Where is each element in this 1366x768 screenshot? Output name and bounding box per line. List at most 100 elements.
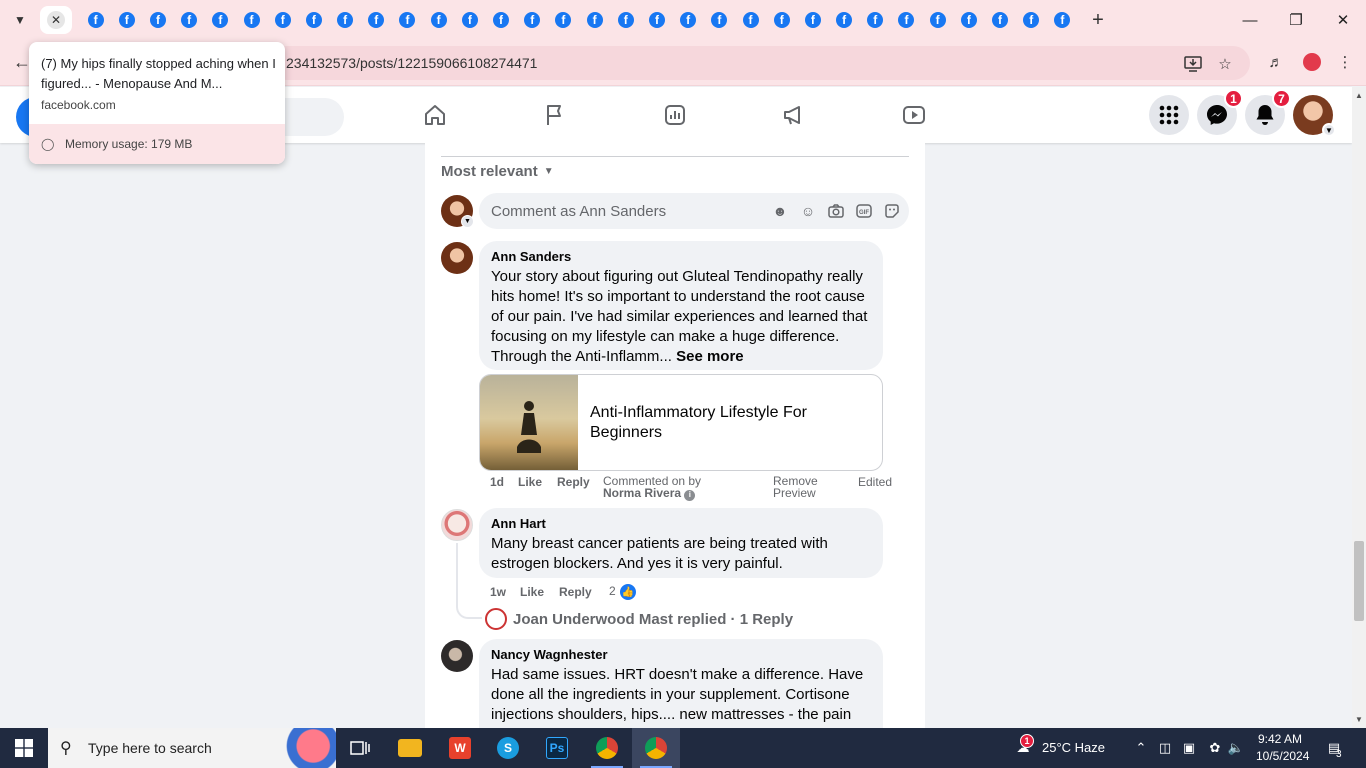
browser-tab[interactable]: f (922, 10, 953, 30)
bookmark-star-icon[interactable]: ☆ (1214, 53, 1236, 75)
meet-now-icon[interactable]: ◫ (1157, 740, 1173, 756)
comment-author[interactable]: Ann Sanders (491, 249, 871, 265)
battery-icon[interactable]: ▣ (1181, 740, 1197, 756)
chrome-profile-icon[interactable] (632, 728, 680, 768)
browser-tab[interactable]: f (984, 10, 1015, 30)
scroll-up-icon[interactable]: ▲ (1352, 91, 1366, 100)
avatar-sticker-icon[interactable]: ☻ (771, 202, 789, 220)
install-app-icon[interactable] (1182, 53, 1204, 75)
browser-tab[interactable]: f (485, 10, 516, 30)
tab-active[interactable]: ✕ (40, 6, 72, 34)
browser-tab[interactable]: f (142, 10, 173, 30)
insights-icon[interactable] (661, 101, 689, 129)
info-icon[interactable]: i (684, 489, 696, 501)
restore-icon[interactable]: ❐ (1284, 8, 1308, 32)
windows-start-icon[interactable] (0, 728, 48, 768)
comment-time[interactable]: 1d (490, 475, 504, 489)
browser-tab[interactable]: f (797, 10, 828, 30)
task-view-icon[interactable] (336, 728, 384, 768)
browser-tab[interactable]: f (236, 10, 267, 30)
browser-tab[interactable]: f (641, 10, 672, 30)
profile-icon[interactable] (1300, 50, 1324, 74)
browser-tab[interactable]: f (392, 10, 423, 30)
browser-tab[interactable]: f (735, 10, 766, 30)
browser-tab[interactable]: f (610, 10, 641, 30)
browser-tab[interactable]: f (80, 10, 111, 30)
skype-icon[interactable]: S (484, 728, 532, 768)
scroll-down-icon[interactable]: ▼ (1352, 715, 1366, 724)
megaphone-ads-icon[interactable] (780, 101, 808, 129)
comment-sort-dropdown[interactable]: Most relevant ▼ (441, 163, 554, 180)
reaction-count[interactable]: 2 👍 (609, 583, 638, 601)
browser-menu-icon[interactable]: ⋮ (1333, 50, 1357, 74)
notifications-button[interactable]: 7 (1245, 89, 1291, 135)
browser-tab[interactable]: f (953, 10, 984, 30)
wifi-icon[interactable]: ✿ (1207, 740, 1223, 756)
see-more-link[interactable]: See more (676, 348, 744, 365)
browser-tab[interactable]: f (829, 10, 860, 30)
like-link[interactable]: Like (518, 475, 542, 489)
browser-tab[interactable]: f (766, 10, 797, 30)
tab-close-icon[interactable]: ✕ (47, 11, 65, 29)
minimize-icon[interactable]: — (1238, 8, 1262, 32)
comment-avatar[interactable] (441, 640, 473, 672)
home-icon[interactable] (421, 101, 449, 129)
like-link[interactable]: Like (520, 585, 544, 599)
browser-tab[interactable]: f (111, 10, 142, 30)
pages-flag-icon[interactable] (541, 101, 569, 129)
media-control-icon[interactable]: ♬ (1264, 50, 1288, 74)
browser-tab[interactable]: f (205, 10, 236, 30)
page-scrollbar[interactable]: ▲ ▼ (1352, 87, 1366, 728)
chrome-icon[interactable] (583, 728, 631, 768)
browser-tab[interactable]: f (1047, 10, 1078, 30)
sticker-icon[interactable] (883, 202, 901, 220)
browser-tab[interactable]: f (548, 10, 579, 30)
browser-tab[interactable]: f (330, 10, 361, 30)
remove-preview-link[interactable]: Remove Preview (773, 475, 818, 499)
browser-tab[interactable]: f (454, 10, 485, 30)
reply-link[interactable]: Reply (559, 585, 592, 599)
chevron-up-icon[interactable]: ⌃ (1133, 740, 1149, 756)
new-tab-icon[interactable]: + (1086, 8, 1110, 32)
file-explorer-icon[interactable] (386, 728, 434, 768)
comment-author[interactable]: Ann Hart (491, 516, 871, 532)
menu-grid-icon[interactable] (1149, 95, 1189, 135)
browser-tab[interactable]: f (267, 10, 298, 30)
browser-tab[interactable]: f (361, 10, 392, 30)
comment-input[interactable]: Comment as Ann Sanders ☻ ☺ GIF (479, 193, 909, 229)
emoji-icon[interactable]: ☺ (799, 202, 817, 220)
browser-tab[interactable]: f (517, 10, 548, 30)
browser-tab[interactable]: f (704, 10, 735, 30)
address-bar[interactable]: 234132573/posts/122159066108274471 ☆ (270, 46, 1250, 80)
browser-tab[interactable]: f (423, 10, 454, 30)
comment-author[interactable]: Nancy Wagnhester (491, 647, 871, 663)
comment-time[interactable]: 1w (490, 585, 506, 599)
clock-time[interactable]: 9:42 AM (1258, 732, 1302, 746)
view-replies-link[interactable]: Joan Underwood Mast replied · 1 Reply (485, 608, 793, 630)
scroll-thumb[interactable] (1354, 541, 1364, 621)
browser-tab[interactable]: f (860, 10, 891, 30)
tab-search-chevron-icon[interactable]: ▼ (8, 8, 32, 32)
weather-text[interactable]: 25°C Haze (1042, 740, 1105, 755)
account-avatar[interactable]: ▼ (1293, 95, 1336, 137)
reply-link[interactable]: Reply (557, 475, 590, 489)
browser-tab[interactable]: f (673, 10, 704, 30)
gif-icon[interactable]: GIF (855, 202, 873, 220)
browser-tab[interactable]: f (298, 10, 329, 30)
camera-icon[interactable] (827, 202, 845, 220)
browser-tab[interactable]: f (1016, 10, 1047, 30)
window-close-icon[interactable]: ✕ (1331, 8, 1355, 32)
volume-muted-icon[interactable]: 🔈 (1228, 740, 1244, 756)
link-preview-title[interactable]: Anti-Inflammatory Lifestyle For Beginner… (590, 403, 860, 443)
url-text[interactable]: 234132573/posts/122159066108274471 (286, 55, 537, 71)
browser-tab[interactable]: f (579, 10, 610, 30)
messenger-button[interactable]: 1 (1197, 89, 1243, 135)
wps-office-icon[interactable]: W (436, 728, 484, 768)
commented-on-by-name[interactable]: Norma Rivera i (603, 487, 701, 501)
video-icon[interactable] (900, 101, 928, 129)
browser-tab[interactable]: f (174, 10, 205, 30)
photoshop-icon[interactable]: Ps (533, 728, 581, 768)
browser-tab[interactable]: f (891, 10, 922, 30)
comment-avatar[interactable] (441, 509, 473, 541)
taskbar-search-input[interactable]: ⚲ Type here to search (48, 728, 336, 768)
